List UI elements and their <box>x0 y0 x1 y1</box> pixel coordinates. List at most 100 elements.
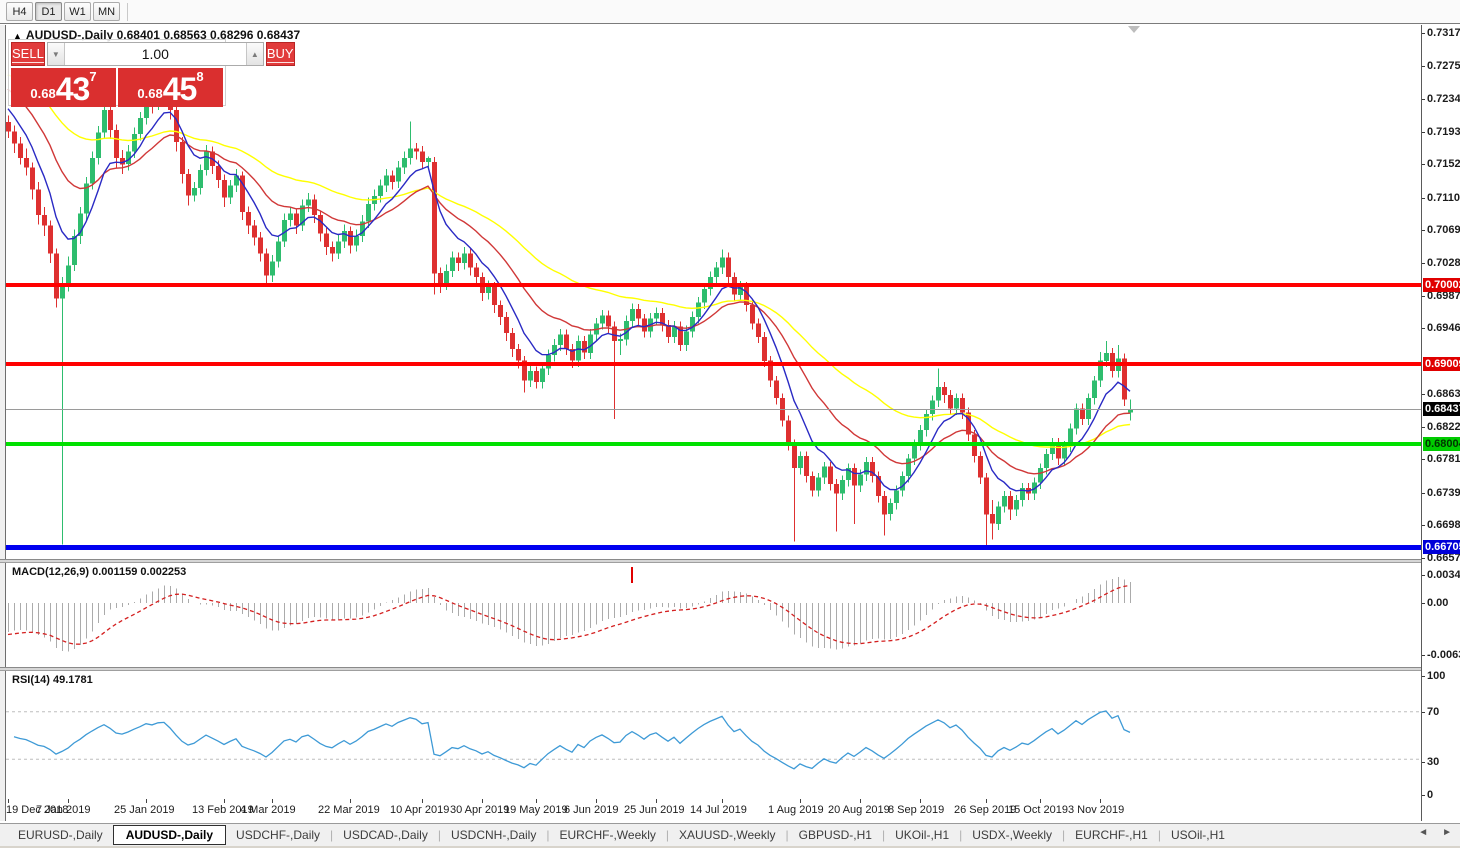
timeframe-toolbar: H4D1W1MN <box>0 0 1460 24</box>
volume-increase-icon[interactable]: ▲ <box>246 43 263 65</box>
chart-tab-audusd-daily[interactable]: AUDUSD-,Daily <box>113 825 226 845</box>
price-tick-label: 0.00 <box>1427 597 1448 609</box>
chart-tab-ukoil-h1[interactable]: UKOil-,H1 <box>885 826 959 844</box>
level-price-label: 0.66705 <box>1423 540 1460 554</box>
bid-prefix: 0.68 <box>30 86 55 101</box>
price-tick-label: 0.68630 <box>1427 388 1460 400</box>
axis-tick <box>1422 795 1425 796</box>
date-tick <box>482 799 483 803</box>
one-click-trade-panel: SELL ▼ ▲ BUY 0.68437 0.68458 <box>8 39 226 106</box>
axis-tick <box>1422 230 1425 231</box>
axis-tick <box>1422 263 1425 264</box>
axis-tick <box>1422 676 1425 677</box>
chart-tab-eurchf-weekly[interactable]: EURCHF-,Weekly <box>549 826 665 844</box>
macd-histogram <box>9 577 1131 652</box>
axis-tick <box>1422 66 1425 67</box>
date-label: 30 Apr 2019 <box>450 804 509 816</box>
axis-tick <box>1422 712 1425 713</box>
date-tick <box>986 799 987 803</box>
axis-tick <box>1422 525 1425 526</box>
timeframe-button-w1[interactable]: W1 <box>64 2 91 21</box>
axis-tick <box>1422 99 1425 100</box>
sell-button[interactable]: SELL <box>11 42 45 66</box>
chart-tab-usdx-weekly[interactable]: USDX-,Weekly <box>962 826 1062 844</box>
price-tick-label: 30 <box>1427 756 1439 768</box>
chart-tab-eurusd-daily[interactable]: EURUSD-,Daily <box>8 826 113 844</box>
timeframe-button-d1[interactable]: D1 <box>35 2 62 21</box>
toolbar-separator <box>127 3 128 21</box>
date-tick <box>68 799 69 803</box>
axis-tick <box>1422 296 1425 297</box>
date-tick <box>656 799 657 803</box>
level-price-label: 0.69009 <box>1423 357 1460 371</box>
ask-prefix: 0.68 <box>137 86 162 101</box>
current-price-label: 0.68437 <box>1423 402 1460 416</box>
level-price-label: 0.68004 <box>1423 437 1460 451</box>
date-tick <box>536 799 537 803</box>
chart-tab-eurchf-h1[interactable]: EURCHF-,H1 <box>1065 826 1158 844</box>
axis-tick <box>1422 762 1425 763</box>
buy-button[interactable]: BUY <box>266 42 295 66</box>
date-tick <box>224 799 225 803</box>
price-tick-label: 0.71930 <box>1427 126 1460 138</box>
date-label: 25 Jun 2019 <box>624 804 685 816</box>
axis-tick <box>1422 427 1425 428</box>
chart-tab-gbpusd-h1[interactable]: GBPUSD-,H1 <box>789 826 882 844</box>
volume-input[interactable] <box>65 43 246 65</box>
axis-tick <box>1422 198 1425 199</box>
ask-price-button[interactable]: 0.68458 <box>118 68 223 107</box>
bid-big-digits: 43 <box>56 74 90 104</box>
level-price-label: 0.70002 <box>1423 278 1460 292</box>
tab-scroll-left-icon[interactable]: ◄ <box>1418 827 1428 838</box>
macd-signal-line <box>8 586 1130 645</box>
ask-big-digits: 45 <box>163 74 197 104</box>
timeframe-button-mn[interactable]: MN <box>93 2 120 21</box>
date-label: 3 Nov 2019 <box>1068 804 1124 816</box>
axis-tick <box>1422 493 1425 494</box>
price-tick-label: 0.67810 <box>1427 453 1460 465</box>
price-tick-label: 0.73170 <box>1427 27 1460 39</box>
price-tick-label: 0.71520 <box>1427 158 1460 170</box>
price-tick-label: 0.72340 <box>1427 93 1460 105</box>
rsi-label: RSI(14) 49.1781 <box>12 674 93 686</box>
date-tick <box>8 799 9 803</box>
timeframe-button-h4[interactable]: H4 <box>6 2 33 21</box>
bid-price-button[interactable]: 0.68437 <box>11 68 116 107</box>
date-axis: 19 Dec 20187 Jan 201925 Jan 201913 Feb 2… <box>6 799 1421 821</box>
date-label: 7 Jan 2019 <box>36 804 90 816</box>
macd-canvas <box>6 563 1421 667</box>
trading-terminal-window: H4D1W1MN ▲AUDUSD-,Daily 0.68401 0.68563 … <box>0 0 1460 848</box>
price-tick-label: 70 <box>1427 706 1439 718</box>
axis-tick <box>1422 575 1425 576</box>
price-tick-label: 0.00349 <box>1427 569 1460 581</box>
price-tick-label: 0.70280 <box>1427 257 1460 269</box>
price-tick-label: 0 <box>1427 789 1433 801</box>
date-label: 8 Sep 2019 <box>888 804 944 816</box>
price-axis: 0.731700.727500.723400.719300.715200.711… <box>1421 25 1460 821</box>
axis-tick <box>1422 394 1425 395</box>
chart-tab-xauusd-weekly[interactable]: XAUUSD-,Weekly <box>669 826 785 844</box>
price-tick-label: 0.72750 <box>1427 60 1460 72</box>
chart-tab-usdcnh-daily[interactable]: USDCNH-,Daily <box>441 826 546 844</box>
price-tick-label: 0.70690 <box>1427 224 1460 236</box>
date-label: 20 Aug 2019 <box>828 804 890 816</box>
tab-scroll-right-icon[interactable]: ► <box>1442 827 1452 838</box>
date-tick <box>1100 799 1101 803</box>
date-label: 15 Oct 2019 <box>1008 804 1068 816</box>
date-label: 4 Mar 2019 <box>240 804 296 816</box>
date-tick <box>920 799 921 803</box>
axis-tick <box>1422 328 1425 329</box>
axis-tick <box>1422 603 1425 604</box>
ask-pip-digit: 8 <box>196 69 203 84</box>
volume-spinner: ▼ ▲ <box>47 42 264 66</box>
axis-tick <box>1422 459 1425 460</box>
axis-tick <box>1422 33 1425 34</box>
tab-scroll-buttons: ◄ ► <box>1418 827 1456 838</box>
axis-tick <box>1422 655 1425 656</box>
price-tick-label: 100 <box>1427 670 1445 682</box>
date-tick <box>422 799 423 803</box>
chart-tab-usdcad-daily[interactable]: USDCAD-,Daily <box>333 826 438 844</box>
chart-tab-usdchf-daily[interactable]: USDCHF-,Daily <box>226 826 330 844</box>
chart-tab-usoil-h1[interactable]: USOil-,H1 <box>1161 826 1235 844</box>
volume-decrease-icon[interactable]: ▼ <box>48 43 65 65</box>
